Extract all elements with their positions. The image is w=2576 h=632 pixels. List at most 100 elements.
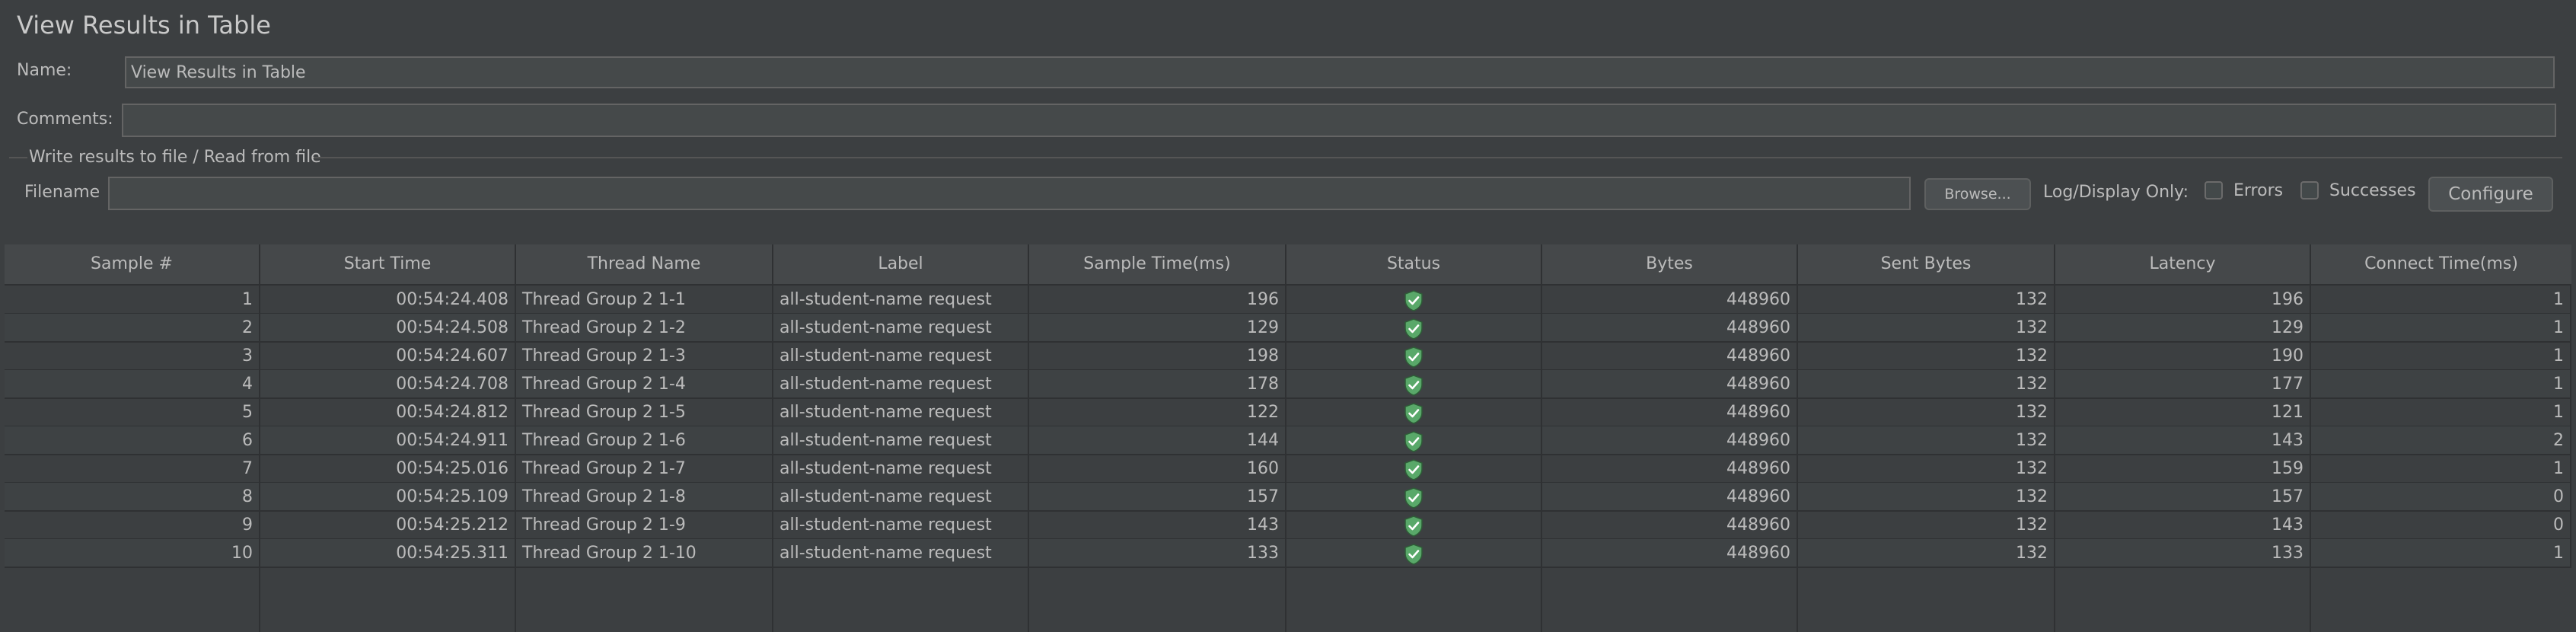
- cell-sample: 4: [5, 370, 260, 399]
- browse-button[interactable]: Browse...: [1924, 178, 2031, 210]
- cell-sample-time: 196: [1029, 286, 1286, 314]
- column-header-start-time[interactable]: Start Time: [260, 244, 516, 284]
- success-shield-icon: [1404, 459, 1423, 480]
- cell-label: all-student-name request: [773, 342, 1029, 371]
- cell-sent-bytes: 132: [1798, 286, 2055, 314]
- table-row[interactable]: 9 00:54:25.212 Thread Group 2 1-9 all-stude…: [5, 511, 2571, 540]
- configure-button[interactable]: Configure: [2428, 177, 2553, 212]
- cell-latency: 133: [2055, 539, 2311, 568]
- cell-status: [1286, 370, 1542, 399]
- cell-latency: 143: [2055, 511, 2311, 540]
- cell-latency: 143: [2055, 426, 2311, 455]
- table-row[interactable]: 5 00:54:24.812 Thread Group 2 1-5 all-stude…: [5, 398, 2571, 427]
- cell-label: all-student-name request: [773, 455, 1029, 484]
- comments-label: Comments:: [17, 110, 113, 129]
- table-row[interactable]: 2 00:54:24.508 Thread Group 2 1-2 all-stude…: [5, 314, 2571, 343]
- table-row[interactable]: 8 00:54:25.109 Thread Group 2 1-8 all-stude…: [5, 483, 2571, 512]
- table-row[interactable]: 10 00:54:25.311 Thread Group 2 1-10 all-stu…: [5, 539, 2571, 568]
- column-header-thread-name[interactable]: Thread Name: [516, 244, 773, 284]
- cell-bytes: 448960: [1542, 314, 1798, 343]
- file-group-title: Write results to file / Read from file: [29, 148, 321, 167]
- cell-sent-bytes: 132: [1798, 539, 2055, 568]
- group-border-left: [9, 157, 27, 158]
- cell-start-time: 00:54:25.016: [260, 455, 516, 484]
- table-row[interactable]: 1 00:54:24.408 Thread Group 2 1-1 all-stude…: [5, 286, 2571, 314]
- cell-start-time: 00:54:25.212: [260, 511, 516, 540]
- errors-checkbox[interactable]: [2205, 181, 2223, 199]
- cell-thread-name: Thread Group 2 1-3: [516, 342, 773, 371]
- cell-start-time: 00:54:24.708: [260, 370, 516, 399]
- table-row[interactable]: 4 00:54:24.708 Thread Group 2 1-4 all-stude…: [5, 370, 2571, 399]
- filename-label: Filename: [24, 183, 100, 202]
- cell-start-time: 00:54:24.408: [260, 286, 516, 314]
- cell-sent-bytes: 132: [1798, 370, 2055, 399]
- table-header: Sample # Start Time Thread Name Label Sa…: [5, 244, 2571, 286]
- table-row[interactable]: 7 00:54:25.016 Thread Group 2 1-7 all-stude…: [5, 455, 2571, 484]
- cell-status: [1286, 511, 1542, 540]
- success-shield-icon: [1404, 431, 1423, 452]
- filename-field[interactable]: [108, 177, 1911, 210]
- cell-connect-time: 1: [2311, 539, 2571, 568]
- cell-sample: 1: [5, 286, 260, 314]
- cell-sample-time: 122: [1029, 398, 1286, 427]
- column-header-sample-time[interactable]: Sample Time(ms): [1029, 244, 1286, 284]
- cell-sample-time: 198: [1029, 342, 1286, 371]
- cell-label: all-student-name request: [773, 398, 1029, 427]
- cell-connect-time: 1: [2311, 286, 2571, 314]
- cell-label: all-student-name request: [773, 314, 1029, 343]
- cell-latency: 196: [2055, 286, 2311, 314]
- cell-bytes: 448960: [1542, 286, 1798, 314]
- cell-bytes: 448960: [1542, 511, 1798, 540]
- cell-connect-time: 1: [2311, 342, 2571, 371]
- success-shield-icon: [1404, 403, 1423, 424]
- cell-latency: 129: [2055, 314, 2311, 343]
- column-header-label[interactable]: Label: [773, 244, 1029, 284]
- cell-sent-bytes: 132: [1798, 398, 2055, 427]
- cell-sent-bytes: 132: [1798, 483, 2055, 512]
- cell-bytes: 448960: [1542, 342, 1798, 371]
- cell-start-time: 00:54:24.508: [260, 314, 516, 343]
- success-shield-icon: [1404, 544, 1423, 565]
- cell-sent-bytes: 132: [1798, 314, 2055, 343]
- success-shield-icon: [1404, 290, 1423, 311]
- successes-checkbox[interactable]: [2300, 181, 2319, 199]
- cell-latency: 159: [2055, 455, 2311, 484]
- table-row[interactable]: 6 00:54:24.911 Thread Group 2 1-6 all-stude…: [5, 426, 2571, 455]
- cell-thread-name: Thread Group 2 1-2: [516, 314, 773, 343]
- cell-status: [1286, 426, 1542, 455]
- cell-start-time: 00:54:24.812: [260, 398, 516, 427]
- cell-label: all-student-name request: [773, 426, 1029, 455]
- column-header-latency[interactable]: Latency: [2055, 244, 2311, 284]
- cell-sample-time: 133: [1029, 539, 1286, 568]
- table-row[interactable]: 3 00:54:24.607 Thread Group 2 1-3 all-stude…: [5, 342, 2571, 371]
- cell-connect-time: 1: [2311, 398, 2571, 427]
- errors-label: Errors: [2233, 181, 2284, 200]
- cell-latency: 177: [2055, 370, 2311, 399]
- cell-thread-name: Thread Group 2 1-5: [516, 398, 773, 427]
- column-header-status[interactable]: Status: [1286, 244, 1542, 284]
- column-header-bytes[interactable]: Bytes: [1542, 244, 1798, 284]
- cell-status: [1286, 455, 1542, 484]
- cell-sample-time: 178: [1029, 370, 1286, 399]
- cell-sample: 8: [5, 483, 260, 512]
- column-header-connect-time[interactable]: Connect Time(ms): [2311, 244, 2571, 284]
- cell-thread-name: Thread Group 2 1-4: [516, 370, 773, 399]
- column-header-sample[interactable]: Sample #: [5, 244, 260, 284]
- cell-latency: 157: [2055, 483, 2311, 512]
- cell-bytes: 448960: [1542, 398, 1798, 427]
- results-table: Sample # Start Time Thread Name Label Sa…: [5, 244, 2571, 632]
- cell-start-time: 00:54:25.311: [260, 539, 516, 568]
- cell-sample-time: 160: [1029, 455, 1286, 484]
- column-header-sent-bytes[interactable]: Sent Bytes: [1798, 244, 2055, 284]
- cell-thread-name: Thread Group 2 1-8: [516, 483, 773, 512]
- cell-thread-name: Thread Group 2 1-6: [516, 426, 773, 455]
- success-shield-icon: [1404, 515, 1423, 537]
- name-field[interactable]: [125, 56, 2555, 88]
- cell-label: all-student-name request: [773, 539, 1029, 568]
- cell-connect-time: 1: [2311, 370, 2571, 399]
- success-shield-icon: [1404, 318, 1423, 340]
- cell-status: [1286, 483, 1542, 512]
- successes-label: Successes: [2329, 181, 2416, 200]
- cell-status: [1286, 314, 1542, 343]
- comments-field[interactable]: [122, 104, 2556, 137]
